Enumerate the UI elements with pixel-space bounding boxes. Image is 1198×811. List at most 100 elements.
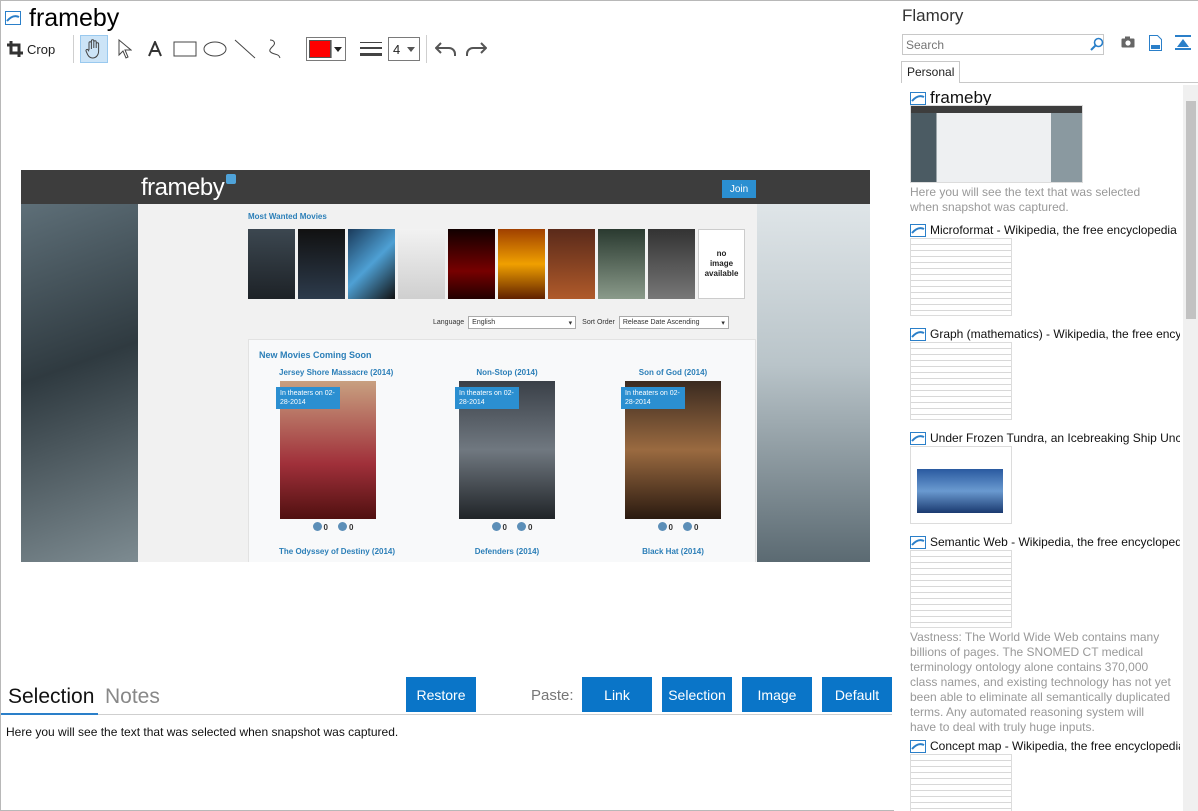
item-title: Under Frozen Tundra, an Icebreaking Ship… xyxy=(930,431,1180,445)
pin-to-top-icon[interactable] xyxy=(1175,35,1191,51)
text-icon xyxy=(148,41,162,57)
site-logo: frameby xyxy=(141,174,237,202)
tab-selection[interactable]: Selection xyxy=(8,685,94,709)
movie-poster xyxy=(398,229,445,299)
crop-icon xyxy=(7,41,23,57)
page-icon xyxy=(910,431,926,445)
redo-icon xyxy=(466,42,487,56)
color-picker[interactable] xyxy=(306,37,346,61)
page-icon xyxy=(910,223,926,237)
page-icon xyxy=(5,11,21,25)
restore-button[interactable]: Restore xyxy=(406,677,476,712)
snapshot-list[interactable]: frameby Here you will see the text that … xyxy=(894,85,1198,811)
tab-notes[interactable]: Notes xyxy=(105,685,160,709)
snapshot-canvas[interactable]: frameby Join Most Wanted Movies no image… xyxy=(21,170,870,562)
redo-button[interactable] xyxy=(463,36,489,62)
site-content: Most Wanted Movies no image available La… xyxy=(138,204,757,562)
freehand-tool-button[interactable] xyxy=(262,36,288,62)
paste-image-button[interactable]: Image xyxy=(742,677,812,712)
movie-poster xyxy=(348,229,395,299)
search-input[interactable] xyxy=(902,34,1104,55)
flamory-sidebar: Flamory Personal frameby Here you will s… xyxy=(894,1,1198,811)
most-wanted-heading: Most Wanted Movies xyxy=(248,212,327,221)
movie-poster xyxy=(648,229,695,299)
list-item[interactable]: Concept map - Wikipedia, the free encycl… xyxy=(910,739,1180,811)
annotation-toolbar: Crop 4 xyxy=(7,35,493,63)
paste-label: Paste: xyxy=(531,687,574,704)
sort-select: Release Date Ascending ▾ xyxy=(618,316,729,329)
line-width-button[interactable] xyxy=(358,36,384,62)
page-icon xyxy=(910,535,926,549)
movie-poster xyxy=(598,229,645,299)
line-tool-button[interactable] xyxy=(232,36,258,62)
sort-label: Sort Order xyxy=(582,319,615,326)
document-icon[interactable] xyxy=(1149,35,1162,51)
movie-poster xyxy=(248,229,295,299)
item-description: Vastness: The World Wide Web contains ma… xyxy=(910,630,1171,734)
rectangle-tool-button[interactable] xyxy=(172,36,198,62)
list-item[interactable]: Under Frozen Tundra, an Icebreaking Ship… xyxy=(910,431,1180,524)
line-width-value: 4 xyxy=(393,41,401,57)
list-item[interactable]: Graph (mathematics) - Wikipedia, the fre… xyxy=(910,327,1180,420)
movie-poster xyxy=(548,229,595,299)
movie-poster xyxy=(448,229,495,299)
list-item[interactable]: Microformat - Wikipedia, the free encycl… xyxy=(910,223,1180,316)
selection-text[interactable]: Here you will see the text that was sele… xyxy=(6,725,398,739)
page-icon xyxy=(910,327,926,341)
movie-card: Black Hat (2014) xyxy=(642,547,704,556)
page-icon xyxy=(910,739,926,753)
hand-tool-button[interactable] xyxy=(80,35,108,63)
item-thumbnail xyxy=(910,550,1012,628)
search-icon[interactable] xyxy=(1090,37,1104,51)
item-thumbnail xyxy=(910,342,1012,420)
movie-poster xyxy=(498,229,545,299)
join-button: Join xyxy=(722,180,756,198)
sidebar-title: Flamory xyxy=(902,6,964,25)
movie-card: Non-Stop (2014) In theaters on 02-28-201… xyxy=(455,368,556,532)
item-thumbnail xyxy=(910,105,1083,183)
list-item[interactable]: frameby Here you will see the text that … xyxy=(910,88,1180,215)
title-bar: frameby xyxy=(5,5,119,31)
tab-personal[interactable]: Personal xyxy=(901,61,961,83)
item-thumbnail xyxy=(910,238,1012,316)
item-thumbnail xyxy=(910,754,1012,811)
paste-link-button[interactable]: Link xyxy=(582,677,652,712)
language-label: Language xyxy=(433,319,465,326)
tab-divider xyxy=(960,82,1198,83)
movie-card: The Odyssey of Destiny (2014) xyxy=(279,547,396,556)
editor-pane: frameby Crop 4 frameby Join Most Wanted … xyxy=(1,1,894,811)
paste-default-button[interactable]: Default xyxy=(822,677,892,712)
paste-selection-button[interactable]: Selection xyxy=(662,677,732,712)
undo-icon xyxy=(435,42,456,56)
crop-label: Crop xyxy=(27,41,56,57)
undo-button[interactable] xyxy=(433,36,459,62)
active-tab-indicator xyxy=(1,713,98,715)
color-swatch xyxy=(309,40,331,58)
toolbar-divider xyxy=(426,35,427,63)
camera-icon[interactable] xyxy=(1121,36,1135,48)
pointer-icon xyxy=(118,39,132,59)
chevron-down-icon xyxy=(407,46,415,52)
select-tool-button[interactable] xyxy=(112,36,138,62)
item-description: Here you will see the text that was sele… xyxy=(910,185,1141,214)
ellipse-tool-button[interactable] xyxy=(202,36,228,62)
item-thumbnail xyxy=(910,446,1012,524)
page-icon xyxy=(910,91,926,105)
background-image-right xyxy=(757,204,870,562)
filter-bar: Language English ▾ Sort Order Release Dat… xyxy=(433,316,735,329)
most-wanted-posters: no image available xyxy=(248,229,745,299)
text-tool-button[interactable] xyxy=(142,36,168,62)
line-width-select[interactable]: 4 xyxy=(388,37,420,61)
app-window: frameby Crop 4 frameby Join Most Wanted … xyxy=(0,0,1198,811)
scrollbar-thumb[interactable] xyxy=(1186,101,1196,319)
rectangle-icon xyxy=(173,41,197,57)
list-item[interactable]: Semantic Web - Wikipedia, the free encyc… xyxy=(910,535,1180,735)
movie-card: Defenders (2014) xyxy=(474,547,540,556)
crop-button[interactable]: Crop xyxy=(7,36,63,62)
language-select: English ▾ xyxy=(468,316,577,329)
chevron-down-icon xyxy=(331,40,343,58)
item-title: Microformat - Wikipedia, the free encycl… xyxy=(930,223,1177,237)
line-icon xyxy=(234,39,256,59)
hand-icon xyxy=(85,39,100,59)
movie-card: Son of God (2014) In theaters on 02-28-2… xyxy=(621,368,722,532)
